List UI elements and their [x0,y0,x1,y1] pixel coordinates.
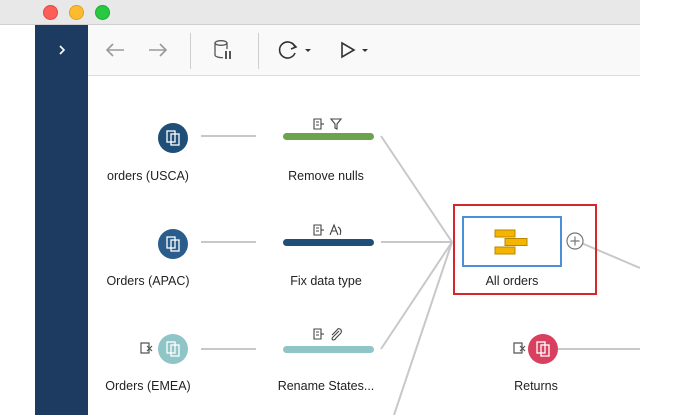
paperclip-icon [331,328,342,341]
type-change-icon [329,223,342,236]
excluded-icon [513,342,526,354]
forward-button[interactable] [143,34,173,66]
toolbar [88,25,640,76]
union-icon [494,229,528,254]
clean-step-remove-nulls[interactable] [283,133,374,140]
input-label: Orders (APAC) [106,274,190,288]
fields-icon [313,118,324,130]
returns-label: Returns [514,379,558,393]
step-icons [313,328,342,341]
input-files-icon [536,341,550,357]
input-files-icon [166,130,180,146]
filter-icon [329,118,343,130]
clean-step-label: Remove nulls [288,169,364,183]
forward-arrow-icon [149,43,168,57]
clean-step-label: Rename States... [277,379,375,393]
back-button[interactable] [100,34,130,66]
union-node-all-orders[interactable] [462,216,562,267]
input-node-returns[interactable] [528,334,558,364]
run-flow-icon [341,41,368,59]
left-sidebar [35,25,88,415]
input-files-icon [166,341,180,357]
input-node-apac[interactable] [158,229,188,259]
input-label: orders (USCA) [107,169,189,183]
window-edge [640,0,674,415]
run-flow-button[interactable] [334,34,374,66]
step-icons [313,223,342,236]
refresh-icon [278,41,311,59]
excluded-icon [140,342,153,354]
close-window-button[interactable] [43,5,58,20]
zoom-window-button[interactable] [95,5,110,20]
input-node-emea[interactable] [158,334,188,364]
refresh-button[interactable] [276,34,316,66]
toolbar-separator [190,33,191,69]
clean-step-label: Fix data type [290,274,362,288]
input-node-usca[interactable] [158,123,188,153]
window-titlebar [0,0,640,25]
chevron-right-icon [58,45,65,55]
union-label: All orders [485,274,539,288]
plus-circle-icon[interactable] [566,232,584,250]
step-icons [313,118,343,130]
sidebar-expand-button[interactable] [35,25,88,75]
fields-icon [313,224,324,236]
pause-data-updates-icon [214,40,231,59]
input-files-icon [166,236,180,252]
clean-step-rename-states[interactable] [283,346,374,353]
toolbar-separator [258,33,259,69]
clean-step-fix-data-type[interactable] [283,239,374,246]
fields-icon [313,328,324,340]
input-label: Orders (EMEA) [105,379,191,393]
minimize-window-button[interactable] [69,5,84,20]
back-arrow-icon [105,43,124,57]
pause-data-updates-button[interactable] [208,34,238,66]
